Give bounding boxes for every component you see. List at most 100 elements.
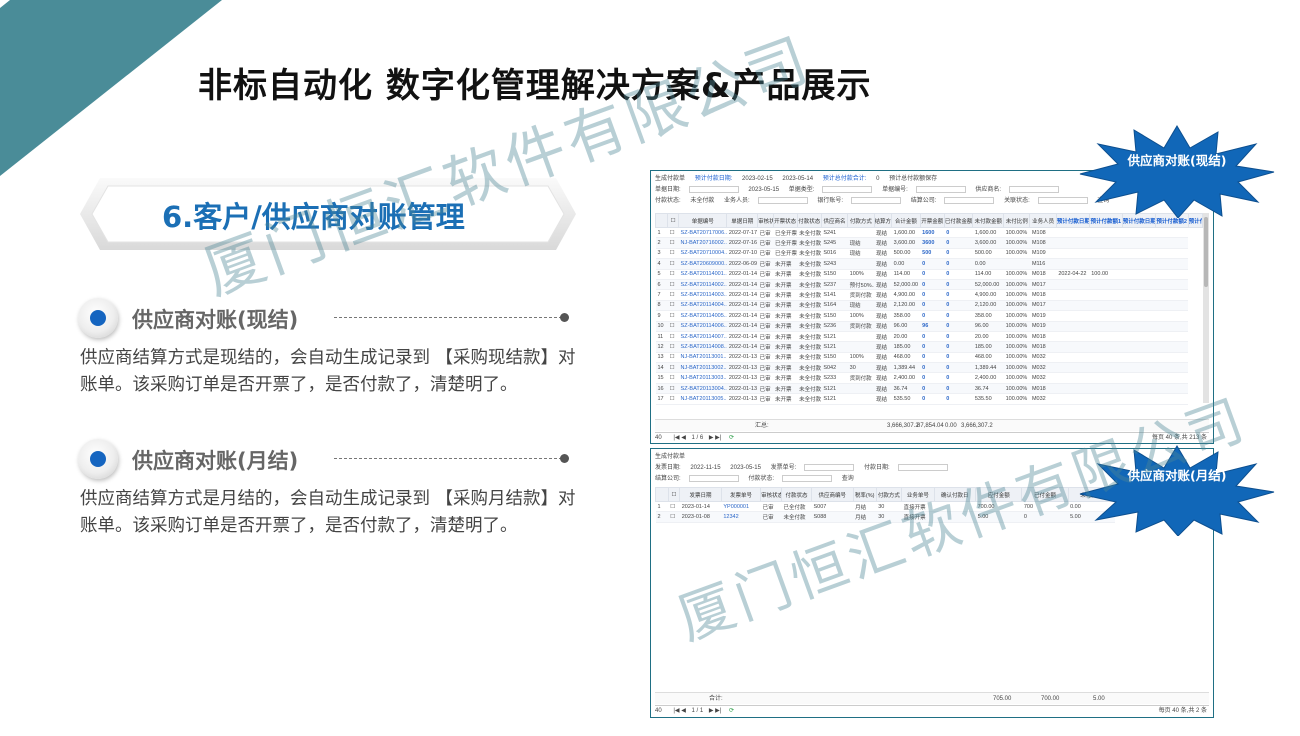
- generate-payment-button[interactable]: 生成付款单: [655, 454, 685, 460]
- column-header[interactable]: 发票日期: [679, 487, 722, 502]
- generate-payment-button[interactable]: 生成付款单: [655, 176, 685, 182]
- search-button[interactable]: 查询: [842, 476, 854, 482]
- page-size-select[interactable]: 40: [655, 435, 662, 441]
- column-header[interactable]: 业务单号: [901, 487, 935, 502]
- row-checkbox[interactable]: ☐: [667, 258, 679, 270]
- bank-select[interactable]: [851, 196, 902, 204]
- company-select[interactable]: [944, 196, 995, 204]
- row-checkbox[interactable]: ☐: [667, 372, 679, 384]
- table-row[interactable]: 4 ☐ SZ-BAT20609000... 2022-06-09 已审 未开票 未全付款 S2…: [655, 258, 1203, 270]
- order-date-to[interactable]: 2023-05-15: [748, 187, 779, 193]
- row-checkbox[interactable]: ☐: [667, 300, 679, 312]
- column-header[interactable]: 发票单号: [720, 487, 762, 502]
- pay-status-select[interactable]: [782, 474, 833, 482]
- pay-status-select[interactable]: 未全付款: [690, 198, 714, 204]
- row-checkbox[interactable]: ☐: [667, 331, 679, 343]
- row-checkbox[interactable]: ☐: [667, 237, 679, 249]
- table-row[interactable]: 12 ☐ SZ-BAT20114008... 2022-01-14 已审 未开票 未全付款 S…: [655, 341, 1203, 353]
- row-checkbox[interactable]: ☐: [667, 321, 679, 332]
- company-select[interactable]: [688, 474, 739, 482]
- row-checkbox[interactable]: ☐: [667, 383, 679, 395]
- save-plan-button[interactable]: 预计总付款额保存: [889, 176, 937, 182]
- column-header[interactable]: 单据日期: [726, 213, 759, 228]
- table-row[interactable]: 3 ☐ SZ-BAT20710004... 2022-07-10 已审 已全开票 未全付款 S…: [655, 248, 1203, 260]
- table-row[interactable]: 1 ☐ SZ-BAT20717006... 2022-07-17 已审 已全开票 未全付款 S…: [655, 227, 1203, 239]
- column-header[interactable]: 未付比例: [1003, 213, 1031, 228]
- row-checkbox[interactable]: ☐: [668, 501, 680, 513]
- order-date-from-input[interactable]: [688, 185, 739, 193]
- table-row[interactable]: 13 ☐ NJ-BAT20113001... 2022-01-13 已审 未开票 未全付款 S…: [655, 352, 1203, 364]
- page-input[interactable]: 1: [692, 708, 695, 714]
- next-page-button[interactable]: ▶ ▶|: [709, 708, 721, 714]
- select-all-checkbox[interactable]: ☐: [667, 213, 680, 228]
- row-checkbox[interactable]: ☐: [667, 352, 679, 364]
- table-row[interactable]: 14 ☐ NJ-BAT20113002... 2022-01-13 已审 未开票 未全付款 S…: [655, 362, 1203, 374]
- page-size-select[interactable]: 40: [655, 708, 662, 714]
- row-checkbox[interactable]: ☐: [668, 511, 680, 523]
- column-header[interactable]: 确认付款日: [933, 487, 977, 502]
- row-checkbox[interactable]: ☐: [667, 227, 679, 239]
- table-row[interactable]: 10 ☐ SZ-BAT20114006... 2022-01-14 已审 未开票 未全付款 S…: [655, 321, 1203, 332]
- row-checkbox[interactable]: ☐: [667, 289, 679, 301]
- column-header[interactable]: 供应商编号: [811, 487, 854, 502]
- column-header[interactable]: 合计金额: [891, 213, 921, 228]
- row-checkbox[interactable]: ☐: [667, 248, 679, 260]
- column-header[interactable]: 供应商名: [820, 213, 849, 228]
- column-header[interactable]: 开票金额: [919, 213, 945, 228]
- column-header[interactable]: 结算方式: [873, 213, 893, 228]
- invoice-no-input[interactable]: [804, 463, 855, 471]
- column-header[interactable]: 应付金额: [975, 487, 1023, 502]
- order-type-select[interactable]: [822, 185, 873, 193]
- vertical-scrollbar[interactable]: [1203, 213, 1209, 403]
- column-header[interactable]: 税率(%): [852, 487, 877, 502]
- first-page-button[interactable]: |◀ ◀: [673, 708, 685, 714]
- row-checkbox[interactable]: ☐: [667, 393, 679, 405]
- plan-total-input[interactable]: 0: [876, 176, 879, 182]
- table-row[interactable]: 11 ☐ SZ-BAT20114007... 2022-01-14 已审 未开票 未全付款 S…: [655, 331, 1203, 343]
- table-cell: 2022-07-16: [726, 237, 758, 249]
- order-no-input[interactable]: [915, 185, 966, 193]
- column-header[interactable]: 已付款金额: [943, 213, 974, 228]
- invoice-date-from[interactable]: 2022-11-15: [690, 465, 720, 471]
- page-input[interactable]: 1: [692, 435, 695, 441]
- column-header[interactable]: 已付金额: [1021, 487, 1069, 502]
- column-header[interactable]: 付款方式: [875, 487, 903, 502]
- row-checkbox[interactable]: ☐: [667, 279, 679, 291]
- column-header[interactable]: 开票状态: [772, 213, 798, 228]
- table-row[interactable]: 7 ☐ SZ-BAT20114003... 2022-01-14 已审 未开票 未全付款 S1…: [655, 289, 1203, 301]
- salesman-select[interactable]: [757, 196, 808, 204]
- table-row[interactable]: 17 ☐ NJ-BAT20113005... 2022-01-13 已审 未开票 未全付款 S…: [655, 393, 1203, 405]
- table-row[interactable]: 6 ☐ SZ-BAT20114002... 2022-01-14 已审 未开票 未全付款 S2…: [655, 279, 1203, 291]
- column-header[interactable]: 付款状态: [780, 487, 813, 502]
- table-row[interactable]: 8 ☐ SZ-BAT20114004... 2022-01-14 已审 未开票 未全付款 S1…: [655, 300, 1203, 312]
- refresh-icon[interactable]: ⟳: [729, 708, 734, 714]
- column-header[interactable]: 审核状态: [760, 487, 782, 502]
- row-checkbox[interactable]: ☐: [667, 341, 679, 353]
- refresh-icon[interactable]: ⟳: [729, 435, 734, 441]
- supplier-select[interactable]: [1009, 185, 1060, 193]
- table-row[interactable]: 15 ☐ NJ-BAT20113003... 2022-01-13 已审 未开票 未全付款 S…: [655, 372, 1203, 384]
- table-row[interactable]: 9 ☐ SZ-BAT20114005... 2022-01-14 已审 未开票 未全付款 S1…: [655, 310, 1203, 322]
- column-header[interactable]: 业务人员: [1029, 213, 1057, 228]
- column-header[interactable]: 付款状态: [796, 213, 822, 228]
- row-checkbox[interactable]: ☐: [667, 310, 679, 322]
- select-all-checkbox[interactable]: ☐: [667, 487, 681, 502]
- row-checkbox[interactable]: ☐: [667, 362, 679, 374]
- next-page-button[interactable]: ▶ ▶|: [709, 435, 721, 441]
- plan-date-to[interactable]: 2023-05-14: [782, 176, 813, 182]
- column-header[interactable]: 单据编号: [678, 213, 728, 228]
- column-header[interactable]: 审核状态: [757, 213, 774, 228]
- plan-date-from[interactable]: 2023-02-15: [742, 176, 773, 182]
- column-header[interactable]: 付款方式: [847, 213, 875, 228]
- table-row[interactable]: 1 ☐ 2023-01-14 YP000001 已审 已全付款 S007 月结 30 直接开票 70…: [655, 501, 1115, 513]
- pay-date-input[interactable]: [897, 463, 948, 471]
- column-header[interactable]: 未付款金额: [972, 213, 1005, 228]
- row-checkbox[interactable]: ☐: [667, 269, 679, 280]
- table-row[interactable]: 5 ☐ SZ-BAT20114001... 2022-01-14 已审 未开票 未全付款 S1…: [655, 269, 1203, 280]
- table-row[interactable]: 2 ☐ NJ-BAT20716002... 2022-07-16 已审 已全开票 未全付款 S…: [655, 237, 1203, 249]
- table-row[interactable]: 16 ☐ SZ-BAT20113004... 2022-01-13 已审 未开票 未全付款 S…: [655, 383, 1203, 395]
- first-page-button[interactable]: |◀ ◀: [673, 435, 685, 441]
- table-cell: [1003, 258, 1030, 270]
- invoice-date-to[interactable]: 2023-05-15: [730, 465, 761, 471]
- table-row[interactable]: 2 ☐ 2023-01-08 12342 已审 未全付款 S088 月结 30 直接开票 5.00 0…: [655, 511, 1115, 523]
